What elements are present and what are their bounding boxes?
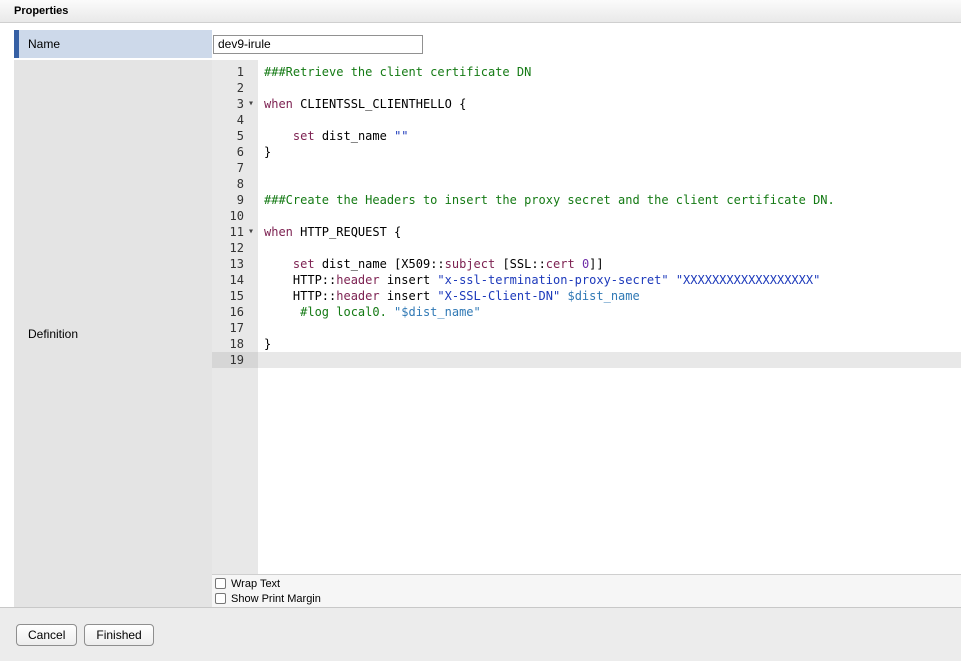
action-bar: Cancel Finished: [0, 607, 961, 661]
code-line: }: [258, 336, 961, 352]
line-number: 16: [212, 304, 258, 320]
name-input[interactable]: [213, 35, 423, 54]
cancel-button[interactable]: Cancel: [16, 624, 77, 646]
wrap-text-checkbox[interactable]: [215, 578, 226, 589]
name-field-cell: [212, 30, 961, 58]
code-line: #log local0. "$dist_name": [258, 304, 961, 320]
line-number: 7: [212, 160, 258, 176]
code-line: HTTP::header insert "x-ssl-termination-p…: [258, 272, 961, 288]
line-number: 18: [212, 336, 258, 352]
definition-editor-cell: 123▾4567891011▾1213141516171819 ###Retri…: [212, 60, 961, 607]
line-number: 12: [212, 240, 258, 256]
finished-button[interactable]: Finished: [84, 624, 153, 646]
code-line: [258, 320, 961, 336]
show-print-margin-checkbox[interactable]: [215, 593, 226, 604]
code-line: set dist_name [X509::subject [SSL::cert …: [258, 256, 961, 272]
line-number: 15: [212, 288, 258, 304]
editor-code-content[interactable]: ###Retrieve the client certificate DN whe…: [258, 60, 961, 574]
code-line: [258, 240, 961, 256]
code-line: when HTTP_REQUEST {: [258, 224, 961, 240]
code-line: [258, 112, 961, 128]
code-line: set dist_name "": [258, 128, 961, 144]
name-label-cell: Name: [14, 30, 212, 58]
line-number: 3▾: [212, 96, 258, 112]
line-number: 14: [212, 272, 258, 288]
line-number: 4: [212, 112, 258, 128]
code-line: }: [258, 144, 961, 160]
line-number: 10: [212, 208, 258, 224]
editor-gutter: 123▾4567891011▾1213141516171819: [212, 60, 258, 574]
definition-label: Definition: [28, 327, 78, 341]
code-line: [258, 176, 961, 192]
properties-form: Name Definition 123▾4567891011▾121314151…: [0, 23, 961, 607]
line-number: 1: [212, 64, 258, 80]
definition-row: Definition 123▾4567891011▾12131415161718…: [14, 60, 961, 607]
wrap-text-option: Wrap Text: [215, 576, 961, 591]
page-title: Properties: [14, 5, 68, 17]
code-editor[interactable]: 123▾4567891011▾1213141516171819 ###Retri…: [212, 60, 961, 574]
line-number: 9: [212, 192, 258, 208]
line-number: 13: [212, 256, 258, 272]
line-number: 5: [212, 128, 258, 144]
line-number: 17: [212, 320, 258, 336]
show-print-margin-option: Show Print Margin: [215, 591, 961, 606]
code-line: [258, 160, 961, 176]
code-line: HTTP::header insert "X-SSL-Client-DN" $d…: [258, 288, 961, 304]
editor-options: Wrap Text Show Print Margin: [212, 574, 961, 607]
line-number: 19: [212, 352, 258, 368]
properties-header: Properties: [0, 0, 961, 23]
code-line: [258, 208, 961, 224]
code-line: ###Retrieve the client certificate DN: [258, 64, 961, 80]
line-number: 2: [212, 80, 258, 96]
show-print-margin-label: Show Print Margin: [231, 593, 321, 605]
code-line: [258, 352, 961, 368]
name-row: Name: [14, 30, 961, 58]
code-line: [258, 80, 961, 96]
wrap-text-label: Wrap Text: [231, 578, 280, 590]
fold-arrow-icon[interactable]: ▾: [244, 224, 258, 240]
code-line: when CLIENTSSL_CLIENTHELLO {: [258, 96, 961, 112]
fold-arrow-icon[interactable]: ▾: [244, 96, 258, 112]
name-label: Name: [28, 37, 60, 51]
definition-label-cell: Definition: [14, 60, 212, 607]
code-line: ###Create the Headers to insert the prox…: [258, 192, 961, 208]
line-number: 8: [212, 176, 258, 192]
required-accent-bar: [14, 30, 19, 58]
line-number: 6: [212, 144, 258, 160]
line-number: 11▾: [212, 224, 258, 240]
